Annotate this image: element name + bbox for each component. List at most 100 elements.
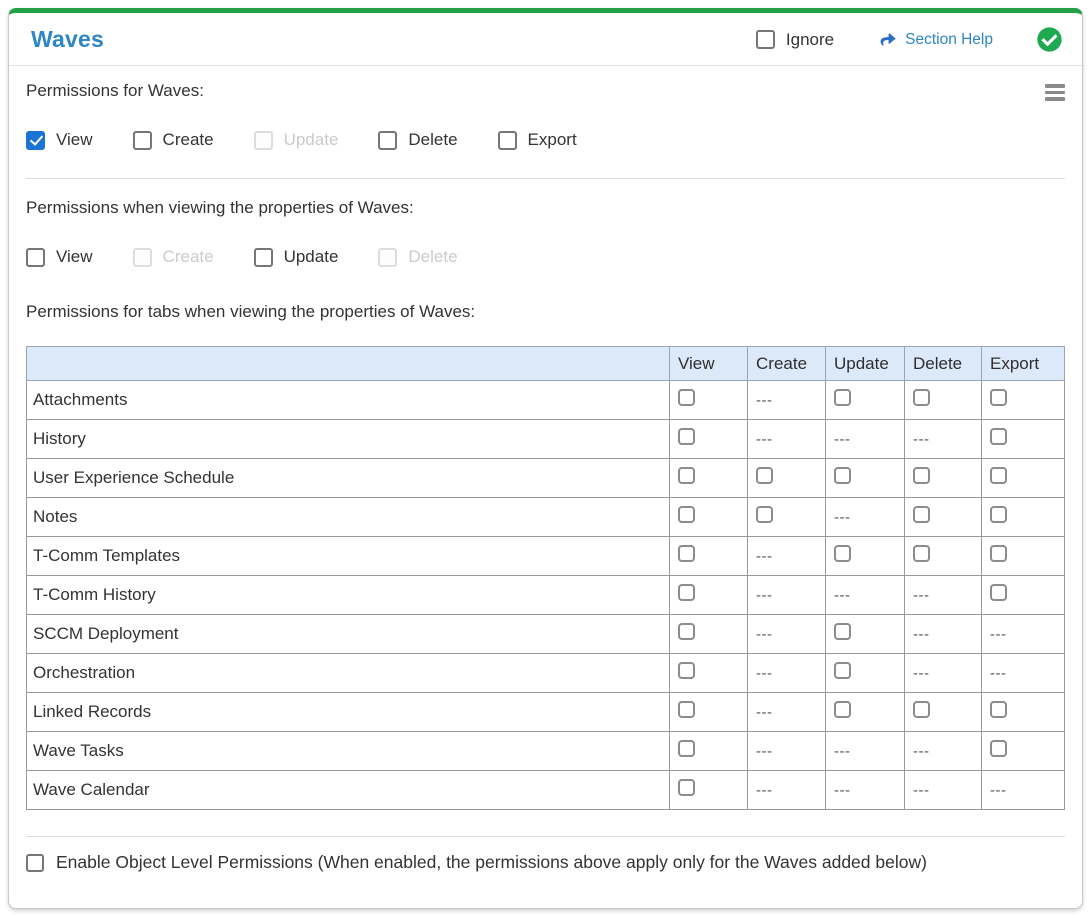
menu-icon[interactable]: [1045, 81, 1065, 101]
section-divider: [26, 178, 1065, 179]
export-checkbox[interactable]: [990, 467, 1007, 484]
permission-option-export[interactable]: Export: [497, 130, 577, 150]
export-checkbox[interactable]: [990, 584, 1007, 601]
tab-name: Notes: [26, 497, 670, 537]
view-checkbox[interactable]: [26, 130, 45, 150]
view-checkbox[interactable]: [678, 740, 695, 757]
delete-checkbox: [378, 247, 398, 267]
view-checkbox[interactable]: [678, 584, 695, 601]
create-checkbox[interactable]: [132, 130, 152, 150]
view-checkbox[interactable]: [678, 467, 695, 484]
cell-create: [747, 497, 826, 537]
not-applicable-dash: ---: [834, 782, 851, 799]
delete-checkbox[interactable]: [913, 389, 930, 406]
cell-view: [669, 419, 748, 459]
checkbox-label: View: [56, 247, 93, 266]
update-checkbox[interactable]: [834, 389, 851, 406]
tab-row: Notes ---: [26, 497, 1065, 537]
cell-delete-not-applicable: ---: [904, 575, 982, 615]
permission-option-create[interactable]: Create: [132, 130, 214, 150]
cell-export: [981, 458, 1065, 498]
update-checkbox[interactable]: [834, 623, 851, 640]
view-checkbox[interactable]: [678, 779, 695, 796]
permission-option-view[interactable]: View: [26, 130, 93, 150]
not-applicable-dash: ---: [756, 626, 773, 643]
ignore-label: Ignore: [785, 29, 835, 49]
delete-checkbox[interactable]: [913, 545, 930, 562]
update-checkbox[interactable]: [834, 545, 851, 562]
cell-create: [747, 458, 826, 498]
export-checkbox[interactable]: [990, 428, 1007, 445]
view-checkbox[interactable]: [678, 428, 695, 445]
export-checkbox[interactable]: [990, 545, 1007, 562]
cell-delete-not-applicable: ---: [904, 770, 982, 810]
header-controls: Ignore Section Help: [755, 27, 1062, 52]
not-applicable-dash: ---: [834, 431, 851, 448]
not-applicable-dash: ---: [834, 509, 851, 526]
delete-checkbox[interactable]: [913, 701, 930, 718]
cell-delete-not-applicable: ---: [904, 419, 982, 459]
export-checkbox[interactable]: [990, 389, 1007, 406]
not-applicable-dash: ---: [756, 392, 773, 409]
view-checkbox[interactable]: [678, 389, 695, 406]
view-checkbox[interactable]: [678, 701, 695, 718]
ignore-checkbox[interactable]: [755, 30, 775, 49]
not-applicable-dash: ---: [913, 743, 930, 760]
update-checkbox[interactable]: [834, 701, 851, 718]
section-help-link[interactable]: Section Help: [878, 31, 993, 49]
tab-name: Attachments: [26, 380, 670, 420]
cell-delete: [904, 692, 982, 732]
permission-option-delete[interactable]: Delete: [378, 130, 458, 150]
cell-create-not-applicable: ---: [747, 731, 826, 771]
cell-update: [825, 536, 905, 576]
update-checkbox[interactable]: [834, 467, 851, 484]
share-arrow-icon: [880, 33, 897, 46]
checkbox-label: Delete: [408, 247, 458, 266]
delete-checkbox[interactable]: [913, 467, 930, 484]
checkbox-label: Delete: [408, 130, 458, 149]
view-checkbox[interactable]: [678, 623, 695, 640]
export-checkbox[interactable]: [990, 740, 1007, 757]
cell-update-not-applicable: ---: [825, 419, 905, 459]
enable-object-level-permissions-checkbox[interactable]: [26, 853, 44, 872]
cell-export: [981, 731, 1065, 771]
permission-option-update[interactable]: Update: [253, 247, 338, 267]
tab-name: Wave Tasks: [26, 731, 670, 771]
tab-table-label: Permissions for tabs when viewing the pr…: [26, 302, 476, 321]
tab-name: History: [26, 419, 670, 459]
cell-create-not-applicable: ---: [747, 419, 826, 459]
cell-update-not-applicable: ---: [825, 575, 905, 615]
export-checkbox[interactable]: [990, 506, 1007, 523]
delete-checkbox[interactable]: [913, 506, 930, 523]
view-checkbox[interactable]: [26, 247, 45, 267]
permission-option-view[interactable]: View: [26, 247, 93, 267]
cell-create-not-applicable: ---: [747, 614, 826, 654]
enable-object-level-permissions-option[interactable]: Enable Object Level Permissions (When en…: [26, 852, 1065, 873]
update-checkbox[interactable]: [834, 662, 851, 679]
ignore-option[interactable]: Ignore: [755, 29, 835, 50]
tab-name: SCCM Deployment: [26, 614, 670, 654]
not-applicable-dash: ---: [990, 626, 1007, 643]
tab-name-column-header: [26, 346, 670, 381]
checkbox-label: Create: [162, 130, 214, 149]
view-checkbox[interactable]: [678, 506, 695, 523]
export-checkbox[interactable]: [990, 701, 1007, 718]
footer-divider: [26, 836, 1065, 837]
cell-update: [825, 653, 905, 693]
export-checkbox[interactable]: [497, 130, 517, 150]
create-checkbox[interactable]: [756, 506, 773, 523]
cell-export-not-applicable: ---: [981, 614, 1065, 654]
view-checkbox[interactable]: [678, 662, 695, 679]
create-checkbox[interactable]: [756, 467, 773, 484]
update-checkbox[interactable]: [253, 247, 273, 267]
cell-create-not-applicable: ---: [747, 575, 826, 615]
tab-table-body: Attachments --- History --- --- --- User Exper…: [26, 380, 1065, 810]
tab-permissions-table: View Create Update Delete Export Attachments…: [26, 346, 1065, 810]
view-checkbox[interactable]: [678, 545, 695, 562]
cell-create-not-applicable: ---: [747, 692, 826, 732]
cell-export: [981, 692, 1065, 732]
delete-checkbox[interactable]: [378, 130, 398, 150]
cell-delete-not-applicable: ---: [904, 614, 982, 654]
panel-body: Permissions for Waves: View Create Update D…: [9, 81, 1082, 873]
cell-create-not-applicable: ---: [747, 653, 826, 693]
